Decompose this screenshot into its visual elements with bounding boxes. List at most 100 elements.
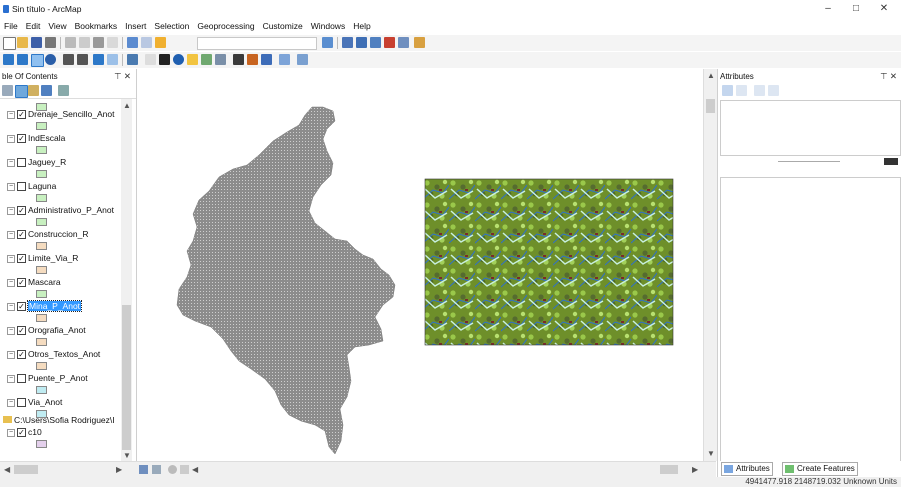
- layer-item[interactable]: − ✓ Limite_Via_R: [0, 253, 121, 277]
- open-folder-icon[interactable]: [17, 37, 28, 48]
- splitter[interactable]: [778, 161, 840, 162]
- layer-visibility-checkbox[interactable]: ✓: [17, 428, 26, 437]
- time-slider-icon[interactable]: [279, 54, 290, 65]
- pin-close-controls[interactable]: ⊤ ✕: [114, 71, 131, 82]
- attributes-list[interactable]: [720, 100, 901, 156]
- collapse-toggle[interactable]: −: [7, 255, 15, 263]
- menu-insert[interactable]: Insert: [121, 18, 150, 34]
- menu-file[interactable]: File: [0, 18, 22, 34]
- minimize-button[interactable]: –: [814, 2, 842, 16]
- measure-icon[interactable]: [215, 54, 226, 65]
- tab-attributes[interactable]: Attributes: [721, 462, 773, 476]
- map-canvas[interactable]: [137, 69, 703, 461]
- layer-visibility-checkbox[interactable]: ✓: [17, 110, 26, 119]
- layer-visibility-checkbox[interactable]: ✓: [17, 278, 26, 287]
- map-scale-combo[interactable]: [197, 37, 317, 50]
- collapse-toggle[interactable]: −: [7, 303, 15, 311]
- scroll-down-icon[interactable]: ▼: [707, 449, 715, 458]
- refresh-icon[interactable]: [168, 465, 177, 474]
- list-by-visibility-icon[interactable]: [28, 85, 39, 96]
- cut-icon[interactable]: [65, 37, 76, 48]
- python-window-icon[interactable]: [398, 37, 409, 48]
- scroll-thumb[interactable]: [122, 305, 131, 450]
- collapse-toggle[interactable]: −: [7, 375, 15, 383]
- pan-icon[interactable]: [31, 54, 44, 67]
- collapse-toggle[interactable]: −: [7, 231, 15, 239]
- zoom-out-icon[interactable]: [17, 54, 28, 65]
- layer-item[interactable]: − Puente_P_Anot: [0, 373, 121, 397]
- viewer-window-icon[interactable]: [297, 54, 308, 65]
- catalog-icon[interactable]: [356, 37, 367, 48]
- layer-item[interactable]: − Laguna: [0, 181, 121, 205]
- layer-visibility-checkbox[interactable]: [17, 398, 26, 407]
- show-attributes-icon[interactable]: [722, 85, 733, 96]
- scroll-right-icon[interactable]: ▶: [116, 465, 122, 474]
- map-horizontal-thumb[interactable]: [660, 465, 678, 474]
- close-button[interactable]: ✕: [870, 2, 898, 16]
- menu-help[interactable]: Help: [349, 18, 374, 34]
- layer-visibility-checkbox[interactable]: [17, 182, 26, 191]
- menu-edit[interactable]: Edit: [22, 18, 45, 34]
- list-by-selection-icon[interactable]: [41, 85, 52, 96]
- attribute-values-area[interactable]: [720, 177, 901, 462]
- toc-horizontal-thumb[interactable]: [14, 465, 38, 474]
- list-by-source-icon[interactable]: [15, 85, 28, 98]
- layer-item-raster[interactable]: − ✓ c10: [0, 427, 121, 451]
- toc-vertical-scrollbar[interactable]: ▲ ▼: [121, 99, 132, 461]
- back-extent-icon[interactable]: [93, 54, 104, 65]
- html-popup-icon[interactable]: [201, 54, 212, 65]
- full-extent-icon[interactable]: [45, 54, 56, 65]
- layer-visibility-checkbox[interactable]: ✓: [17, 230, 26, 239]
- new-document-icon[interactable]: [3, 37, 16, 50]
- list-by-drawing-order-icon[interactable]: [2, 85, 13, 96]
- collapse-toggle[interactable]: −: [7, 351, 15, 359]
- pin-close-controls[interactable]: ⊤ ✕: [880, 71, 897, 82]
- layer-item[interactable]: − ✓ Construccion_R: [0, 229, 121, 253]
- add-data-icon[interactable]: [155, 37, 166, 48]
- layer-visibility-checkbox[interactable]: [17, 374, 26, 383]
- route-icon[interactable]: [247, 54, 258, 65]
- map-vertical-scrollbar[interactable]: ▲ ▼: [703, 69, 717, 461]
- hyperlink-icon[interactable]: [187, 54, 198, 65]
- menu-customize[interactable]: Customize: [259, 18, 307, 34]
- layer-visibility-checkbox[interactable]: ✓: [17, 350, 26, 359]
- table-icon[interactable]: [342, 37, 353, 48]
- arctoolbox-icon[interactable]: [384, 37, 395, 48]
- delete-icon[interactable]: [107, 37, 118, 48]
- collapse-toggle[interactable]: −: [7, 279, 15, 287]
- layer-visibility-checkbox[interactable]: ✓: [17, 302, 26, 311]
- scroll-thumb[interactable]: [706, 99, 715, 113]
- toggle-icon[interactable]: [884, 158, 898, 165]
- save-icon[interactable]: [31, 37, 42, 48]
- go-to-xy-icon[interactable]: [261, 54, 272, 65]
- menu-windows[interactable]: Windows: [307, 18, 349, 34]
- tab-create-features[interactable]: Create Features: [782, 462, 858, 476]
- layer-item[interactable]: − ✓ Drenaje_Sencillo_Anot: [0, 109, 121, 133]
- layer-visibility-checkbox[interactable]: ✓: [17, 206, 26, 215]
- layer-item[interactable]: − ✓ Orografia_Anot: [0, 325, 121, 349]
- scroll-up-icon[interactable]: ▲: [707, 71, 715, 80]
- menu-selection[interactable]: Selection: [150, 18, 193, 34]
- model-builder-icon[interactable]: [414, 37, 425, 48]
- layer-item[interactable]: − ✓ Mascara: [0, 277, 121, 301]
- data-view-icon[interactable]: [139, 465, 148, 474]
- select-features-icon[interactable]: [127, 54, 138, 65]
- layer-item[interactable]: − Jaguey_R: [0, 157, 121, 181]
- layout-view-icon[interactable]: [152, 465, 161, 474]
- scroll-right-icon[interactable]: ▶: [692, 465, 698, 474]
- undo-icon[interactable]: [127, 37, 138, 48]
- layer-item[interactable]: − ✓ IndEscala: [0, 133, 121, 157]
- collapse-toggle[interactable]: −: [7, 135, 15, 143]
- layer-visibility-checkbox[interactable]: ✓: [17, 134, 26, 143]
- forward-extent-icon[interactable]: [107, 54, 118, 65]
- editor-toolbar-icon[interactable]: [322, 37, 333, 48]
- fixed-zoom-in-icon[interactable]: [63, 54, 74, 65]
- collapse-toggle[interactable]: −: [7, 111, 15, 119]
- paste-icon[interactable]: [93, 37, 104, 48]
- pause-drawing-icon[interactable]: [180, 465, 189, 474]
- copy-icon[interactable]: [79, 37, 90, 48]
- clear-selection-icon[interactable]: [145, 54, 156, 65]
- toc-options-icon[interactable]: [58, 85, 69, 96]
- scroll-left-icon[interactable]: ◀: [192, 465, 198, 474]
- collapse-toggle[interactable]: −: [7, 327, 15, 335]
